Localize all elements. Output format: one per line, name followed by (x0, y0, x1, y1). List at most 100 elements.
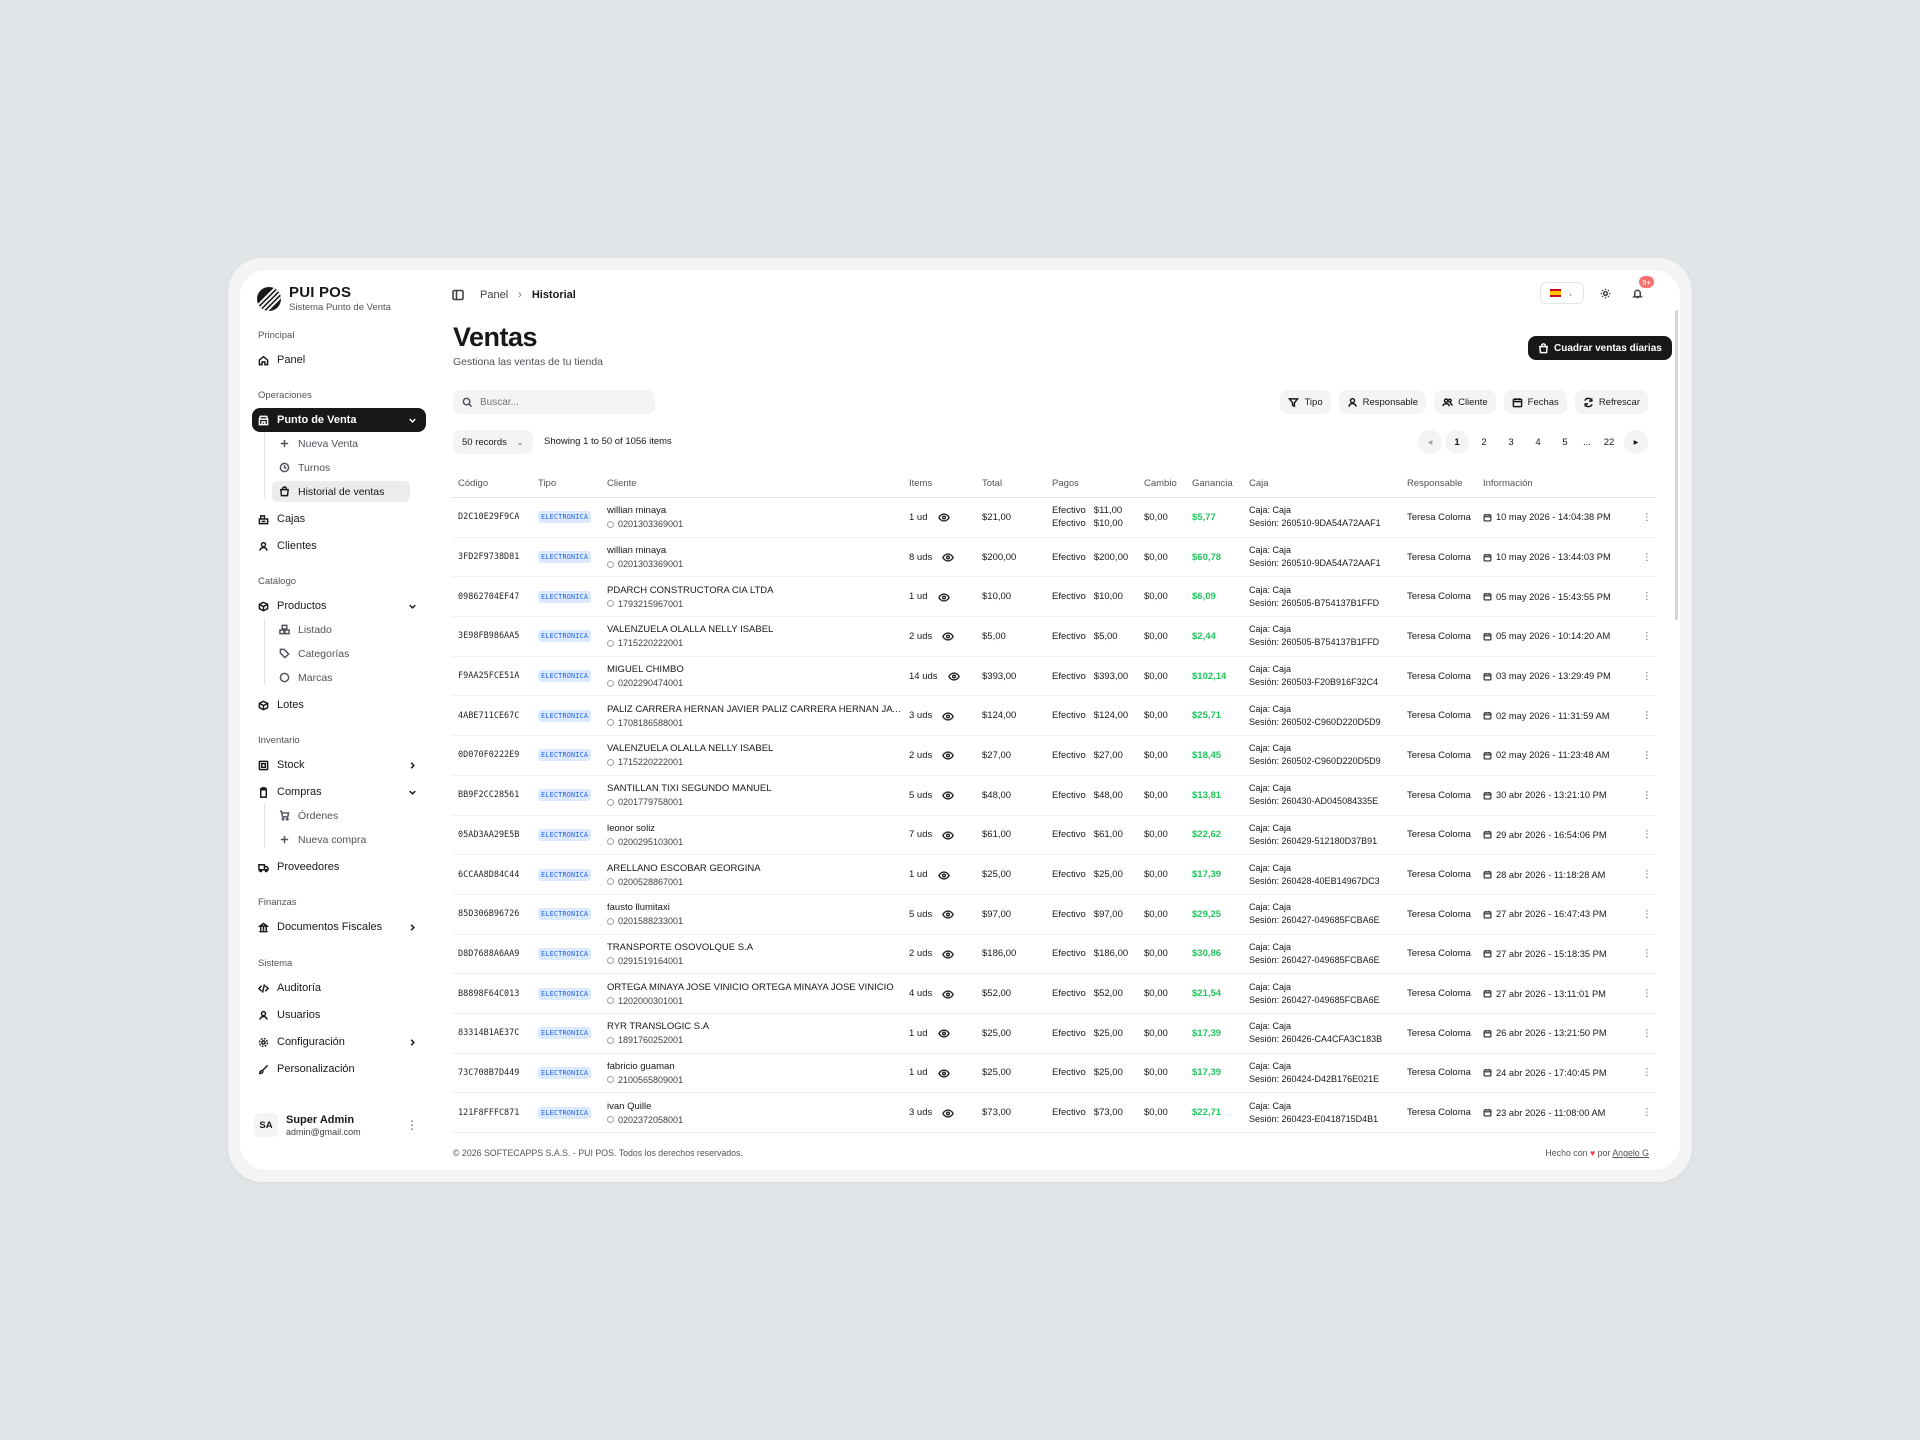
sidebar-item-historial[interactable]: Historial de ventas (272, 481, 410, 502)
table-row[interactable]: 83314B1AE37C ELECTRONICA RYR TRANSLOGIC S.… (452, 1014, 1656, 1054)
brand[interactable]: PUI POS Sistema Punto de Venta (257, 284, 391, 313)
row-actions-button[interactable]: ⋮ (1632, 1067, 1656, 1078)
row-actions-button[interactable]: ⋮ (1632, 909, 1656, 920)
sidebar-item-lotes[interactable]: Lotes (252, 693, 426, 717)
eye-icon[interactable] (942, 910, 955, 919)
table-row[interactable]: 73C708B7D449 ELECTRONICA fabricio guaman 21… (452, 1054, 1656, 1094)
row-actions-button[interactable]: ⋮ (1632, 750, 1656, 761)
column-header[interactable]: Items (903, 478, 976, 489)
user-card[interactable]: SA Super Admin admin@gmail.com ⋮ (254, 1110, 424, 1140)
sidebar-item-nueva-compra[interactable]: Nueva compra (272, 829, 410, 850)
sidebar-item-ordenes[interactable]: Órdenes (272, 805, 410, 826)
table-row[interactable]: D8D7688A6AA9 ELECTRONICA TRANSPORTE OSOVOL… (452, 935, 1656, 975)
table-row[interactable]: 09862704EF47 ELECTRONICA PDARCH CONSTRUCTO… (452, 577, 1656, 618)
filter-tipo-button[interactable]: Tipo (1280, 390, 1331, 414)
row-actions-button[interactable]: ⋮ (1632, 552, 1656, 563)
prev-page-button[interactable]: ◂ (1418, 430, 1442, 454)
table-row[interactable]: F9AA25FCE51A ELECTRONICA MIGUEL CHIMBO 0202… (452, 657, 1656, 697)
breadcrumb-panel[interactable]: Panel (480, 289, 508, 301)
eye-icon[interactable] (947, 672, 960, 681)
column-header[interactable]: Responsable (1401, 478, 1477, 489)
eye-icon[interactable] (942, 791, 955, 800)
page-button[interactable]: 4 (1526, 430, 1550, 454)
row-actions-button[interactable]: ⋮ (1632, 869, 1656, 880)
refresh-button[interactable]: Refrescar (1574, 390, 1648, 414)
sidebar-item-marcas[interactable]: Marcas (272, 667, 410, 688)
table-row[interactable]: 6CCAA8D84C44 ELECTRONICA ARELLANO ESCOBAR … (452, 855, 1656, 895)
scrollbar[interactable] (1675, 310, 1678, 620)
filter-fechas-button[interactable]: Fechas (1503, 390, 1567, 414)
table-row[interactable]: 121F8FFFC871 ELECTRONICA ivan Quille 020237… (452, 1093, 1656, 1133)
column-header[interactable]: Caja (1243, 478, 1401, 489)
more-vertical-icon[interactable]: ⋮ (406, 1118, 418, 1132)
page-button[interactable]: 2 (1472, 430, 1496, 454)
eye-icon[interactable] (942, 1109, 955, 1118)
page-button[interactable]: 1 (1445, 430, 1469, 454)
cuadrar-ventas-button[interactable]: Cuadrar ventas diarias (1528, 336, 1672, 360)
eye-icon[interactable] (942, 632, 955, 642)
eye-icon[interactable] (937, 1029, 950, 1038)
search-input[interactable] (480, 396, 640, 408)
eye-icon[interactable] (942, 831, 955, 840)
sidebar-item-listado[interactable]: Listado (272, 619, 410, 640)
column-header[interactable]: Cliente (601, 478, 903, 489)
sidebar-item-documentos[interactable]: Documentos Fiscales (252, 915, 426, 939)
column-header[interactable]: Código (452, 478, 532, 489)
table-row[interactable]: 05AD3AA29E5B ELECTRONICA leonor soliz 02002… (452, 816, 1656, 856)
table-row[interactable]: 3FD2F9738D81 ELECTRONICA willian minaya 020… (452, 538, 1656, 578)
row-actions-button[interactable]: ⋮ (1632, 948, 1656, 959)
theme-toggle-button[interactable] (1594, 282, 1616, 304)
table-row[interactable]: BB9F2CC28561 ELECTRONICA SANTILLAN TIXI SE… (452, 776, 1656, 816)
row-actions-button[interactable]: ⋮ (1632, 790, 1656, 801)
sidebar-item-usuarios[interactable]: Usuarios (252, 1003, 426, 1027)
sidebar-item-panel[interactable]: Panel (252, 348, 426, 372)
eye-icon[interactable] (942, 712, 955, 721)
sidebar-item-compras[interactable]: Compras (252, 780, 426, 804)
sidebar-item-nueva-venta[interactable]: Nueva Venta (272, 433, 410, 454)
search-box[interactable] (453, 390, 655, 414)
column-header[interactable]: Total (976, 478, 1046, 489)
sidebar-item-cajas[interactable]: Cajas (252, 507, 426, 531)
row-actions-button[interactable]: ⋮ (1632, 591, 1656, 602)
next-page-button[interactable]: ▸ (1624, 430, 1648, 454)
sidebar-item-productos[interactable]: Productos (252, 594, 426, 618)
row-actions-button[interactable]: ⋮ (1632, 1028, 1656, 1039)
row-actions-button[interactable]: ⋮ (1632, 710, 1656, 721)
table-row[interactable]: 3E98FB986AA5 ELECTRONICA VALENZUELA OLALLA… (452, 617, 1656, 657)
records-select[interactable]: 50 records ⌄ (453, 430, 533, 454)
sidebar-item-personalizacion[interactable]: Personalización (252, 1057, 426, 1081)
sidebar-item-categorias[interactable]: Categorías (272, 643, 410, 664)
row-actions-button[interactable]: ⋮ (1632, 512, 1656, 523)
author-link[interactable]: Angelo G (1612, 1148, 1649, 1158)
language-selector[interactable]: ⌄ (1540, 282, 1584, 304)
table-row[interactable]: 4ABE711CE67C ELECTRONICA PALIZ CARRERA HER… (452, 696, 1656, 737)
notifications-button[interactable]: 9+ (1626, 276, 1654, 304)
sidebar-item-configuracion[interactable]: Configuración (252, 1030, 426, 1054)
table-row[interactable]: 85D306B96726 ELECTRONICA fausto llumitaxi 0… (452, 895, 1656, 935)
row-actions-button[interactable]: ⋮ (1632, 671, 1656, 682)
row-actions-button[interactable]: ⋮ (1632, 631, 1656, 642)
eye-icon[interactable] (937, 513, 950, 522)
column-header[interactable]: Cambio (1138, 478, 1186, 489)
page-button[interactable]: 5 (1553, 430, 1577, 454)
sidebar-item-turnos[interactable]: Turnos (272, 457, 410, 478)
row-actions-button[interactable]: ⋮ (1632, 1107, 1656, 1118)
eye-icon[interactable] (942, 950, 955, 959)
row-actions-button[interactable]: ⋮ (1632, 829, 1656, 840)
sidebar-item-punto-venta[interactable]: Punto de Venta (252, 408, 426, 432)
eye-icon[interactable] (942, 553, 955, 562)
table-row[interactable]: D2C10E29F9CA ELECTRONICA willian minaya 020… (452, 498, 1656, 538)
eye-icon[interactable] (937, 593, 950, 602)
sidebar-item-stock[interactable]: Stock (252, 753, 426, 777)
filter-responsable-button[interactable]: Responsable (1338, 390, 1427, 414)
column-header[interactable]: Información (1477, 478, 1632, 489)
eye-icon[interactable] (937, 1069, 950, 1078)
column-header[interactable]: Tipo (532, 478, 601, 489)
filter-cliente-button[interactable]: Cliente (1434, 390, 1496, 414)
sidebar-toggle-icon[interactable] (452, 289, 464, 301)
column-header[interactable]: Pagos (1046, 478, 1138, 489)
sidebar-item-proveedores[interactable]: Proveedores (252, 855, 426, 879)
page-button[interactable]: 3 (1499, 430, 1523, 454)
eye-icon[interactable] (942, 989, 955, 999)
table-row[interactable]: 0D070F0222E9 ELECTRONICA VALENZUELA OLALLA… (452, 736, 1656, 776)
